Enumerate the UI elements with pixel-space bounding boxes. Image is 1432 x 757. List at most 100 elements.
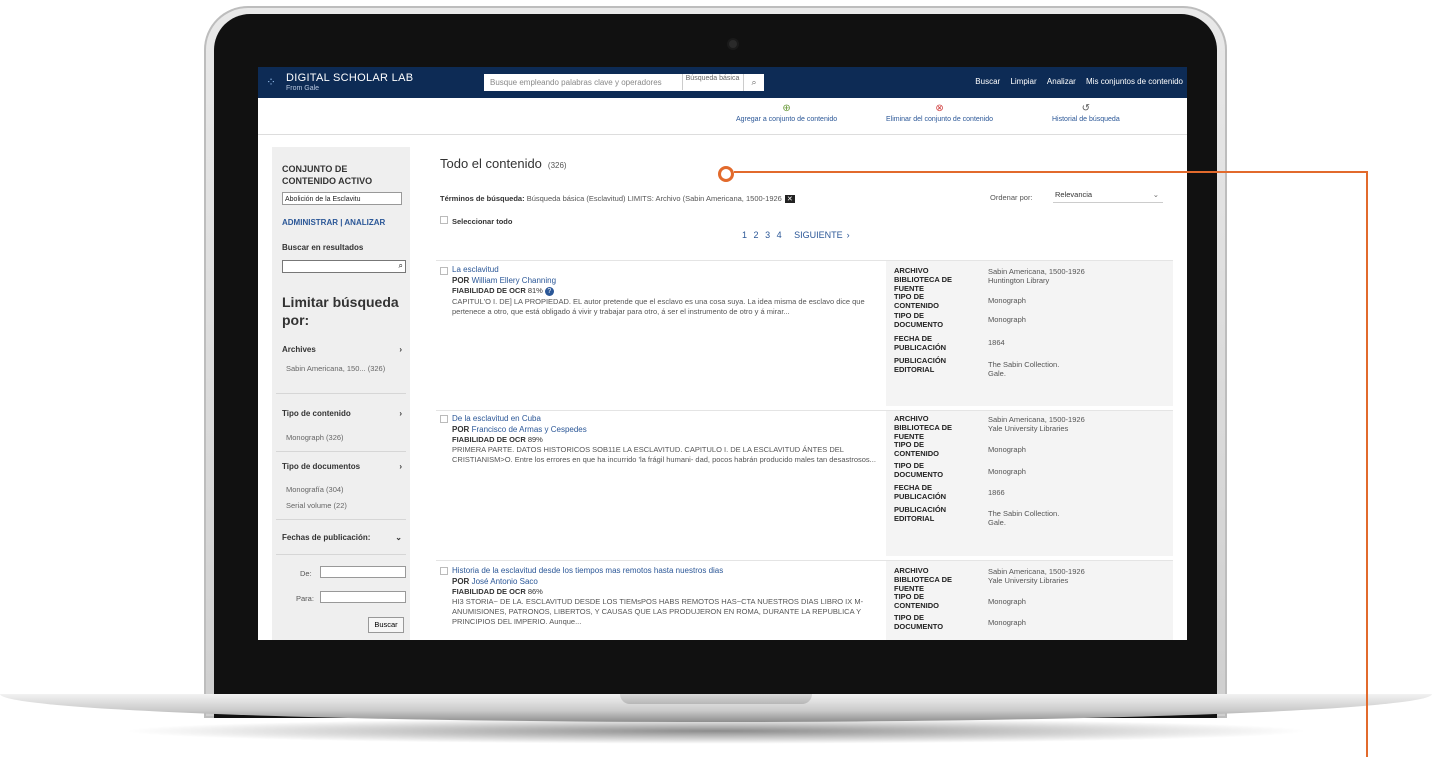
meta-label: BIBLIOTECA DE FUENTE [894, 275, 953, 293]
result-title[interactable]: Historia de la esclavitud desde los tiem… [452, 566, 882, 575]
filter-content-type[interactable]: Tipo de contenido › [282, 409, 404, 418]
meta-label: PUBLICACIÓN EDITORIAL [894, 505, 947, 523]
meta-label: TIPO DE DOCUMENTO [894, 311, 944, 329]
add-circle-icon: ⊕ [782, 103, 791, 114]
close-icon[interactable]: ✕ [784, 195, 795, 203]
filter-doc-type-item[interactable]: Serial volume (22) [286, 501, 347, 511]
divider [258, 134, 1187, 135]
result-author[interactable]: POR Francisco de Armas y Cespedes [452, 425, 587, 434]
result-count: (326) [547, 161, 567, 170]
meta-archive: Sabin Americana, 1500-1926 [988, 267, 1085, 276]
from-date-input[interactable] [320, 566, 406, 578]
nav-analizar[interactable]: Analizar [1047, 77, 1076, 86]
brand-title[interactable]: DIGITAL SCHOLAR LAB [286, 72, 413, 84]
to-date-input[interactable] [320, 591, 406, 603]
select-all-checkbox[interactable]: Seleccionar todo [440, 216, 512, 226]
pagination: 1 2 3 4 SIGUIENTE › [742, 230, 854, 240]
result-metadata: ARCHIVO Sabin Americana, 1500-1926 BIBLI… [886, 411, 1173, 556]
result-checkbox[interactable] [440, 267, 448, 275]
add-to-set-button[interactable]: ⊕ Agregar a conjunto de contenido [736, 103, 837, 123]
result-metadata: ARCHIVO Sabin Americana, 1500-1926 BIBLI… [886, 261, 1173, 406]
history-icon: ↺ [1081, 103, 1091, 114]
result-ocr: FIABILIDAD DE OCR 81%? [452, 286, 554, 296]
meta-content-type: Monograph [988, 445, 1026, 454]
active-set-select[interactable]: Abolición de la Esclavitu [282, 192, 402, 205]
date-search-button[interactable]: Buscar [368, 617, 404, 633]
filter-pub-dates[interactable]: Fechas de publicación: ⌄ [282, 533, 404, 542]
meta-label: TIPO DE DOCUMENTO [894, 613, 944, 631]
search-icon[interactable]: ⌕ [743, 74, 764, 91]
order-select[interactable]: Relevancia ⌄ [1053, 187, 1163, 203]
filter-doc-type-item[interactable]: Monografía (304) [286, 485, 344, 495]
divider [276, 393, 406, 394]
page-3[interactable]: 3 [765, 230, 770, 240]
result-author[interactable]: POR José Antonio Saco [452, 577, 538, 586]
meta-pub-date: 1864 [988, 338, 1005, 347]
chevron-right-icon: › [399, 409, 402, 418]
nav-limpiar[interactable]: Limpiar [1010, 77, 1036, 86]
meta-label: BIBLIOTECA DE FUENTE [894, 423, 953, 441]
result-snippet: PRIMERA PARTE. DATOS HISTORICOS SOB11E L… [452, 445, 876, 464]
chevron-right-icon: › [399, 462, 402, 471]
from-label: De: [300, 569, 312, 578]
page-1[interactable]: 1 [742, 230, 747, 240]
search-in-results-label: Buscar en resultados [282, 243, 364, 252]
divider [276, 554, 406, 555]
search-in-results-input[interactable]: ⌕ [282, 260, 406, 273]
checkbox[interactable] [440, 216, 448, 224]
result-ocr: FIABILIDAD DE OCR 89% [452, 435, 543, 444]
chevron-right-icon: › [399, 345, 402, 354]
meta-content-type: Monograph [988, 296, 1026, 305]
remove-from-set-label: Eliminar del conjunto de contenido [886, 116, 994, 123]
result-row: La esclavitud POR William Ellery Channin… [436, 260, 1173, 406]
laptop-notch [620, 694, 812, 704]
top-bar: ⁘ DIGITAL SCHOLAR LAB From Gale Busque e… [258, 67, 1187, 98]
result-row: Historia de la esclavitud desde los tiem… [436, 560, 1173, 640]
page-2[interactable]: 2 [754, 230, 759, 240]
search-history-label: Historial de búsqueda [1052, 116, 1120, 123]
callout-marker [718, 166, 734, 182]
callout-line [734, 171, 1368, 173]
meta-library: Huntington Library [988, 276, 1050, 285]
page-4[interactable]: 4 [777, 230, 782, 240]
result-author[interactable]: POR William Ellery Channing [452, 276, 556, 285]
next-page-link[interactable]: SIGUIENTE › [794, 230, 850, 240]
result-snippet: HI3 STORIA~ DE LA. ESCLAVITUD DESDE LOS … [452, 597, 864, 626]
help-icon[interactable]: ? [544, 287, 554, 296]
limit-search-heading: Limitar búsqueda por: [282, 294, 399, 328]
nav-my-content-sets[interactable]: Mis conjuntos de contenido [1086, 77, 1183, 86]
meta-label: TIPO DE DOCUMENTO [894, 461, 944, 479]
meta-archive: Sabin Americana, 1500-1926 [988, 567, 1085, 576]
add-to-set-label: Agregar a conjunto de contenido [736, 116, 838, 123]
meta-content-type: Monograph [988, 597, 1026, 606]
meta-label: FECHA DE PUBLICACIÓN [894, 334, 947, 352]
remove-from-set-button[interactable]: ⊗ Eliminar del conjunto de contenido [886, 103, 993, 123]
meta-label: TIPO DE CONTENIDO [894, 592, 939, 610]
search-placeholder: Busque empleando palabras clave y operad… [490, 78, 662, 87]
filter-archives[interactable]: Archives › [282, 345, 404, 354]
filter-archives-item[interactable]: Sabin Americana, 150... (326) [286, 364, 386, 374]
divider [276, 451, 406, 452]
meta-publisher: The Sabin Collection. Gale. [988, 509, 1060, 527]
nav-buscar[interactable]: Buscar [975, 77, 1000, 86]
filter-doc-type[interactable]: Tipo de documentos › [282, 462, 404, 471]
search-input[interactable]: Busque empleando palabras clave y operad… [484, 74, 764, 91]
meta-library: Yale University Libraries [988, 576, 1069, 585]
remove-circle-icon: ⊗ [935, 103, 944, 114]
page-title: Todo el contenido (326) [440, 156, 567, 171]
result-checkbox[interactable] [440, 415, 448, 423]
meta-doc-type: Monograph [988, 467, 1026, 476]
result-checkbox[interactable] [440, 567, 448, 575]
filter-content-type-item[interactable]: Monograph (326) [286, 433, 344, 443]
search-icon[interactable]: ⌕ [399, 261, 403, 271]
result-title[interactable]: La esclavitud [452, 265, 882, 274]
result-title[interactable]: De la esclavitud en Cuba [452, 414, 882, 423]
meta-pub-date: 1866 [988, 488, 1005, 497]
search-history-button[interactable]: ↺ Historial de búsqueda [1052, 103, 1120, 123]
meta-doc-type: Monograph [988, 618, 1026, 627]
order-label: Ordenar por: [990, 193, 1033, 202]
result-snippet: CAPITUL'O I. DE] LA PROPIEDAD. EL autor … [452, 297, 865, 316]
search-type-dropdown[interactable]: Búsqueda básica [682, 74, 742, 90]
meta-label: PUBLICACIÓN EDITORIAL [894, 356, 947, 374]
manage-analyze-links[interactable]: ADMINISTRAR | ANALIZAR [282, 218, 385, 227]
